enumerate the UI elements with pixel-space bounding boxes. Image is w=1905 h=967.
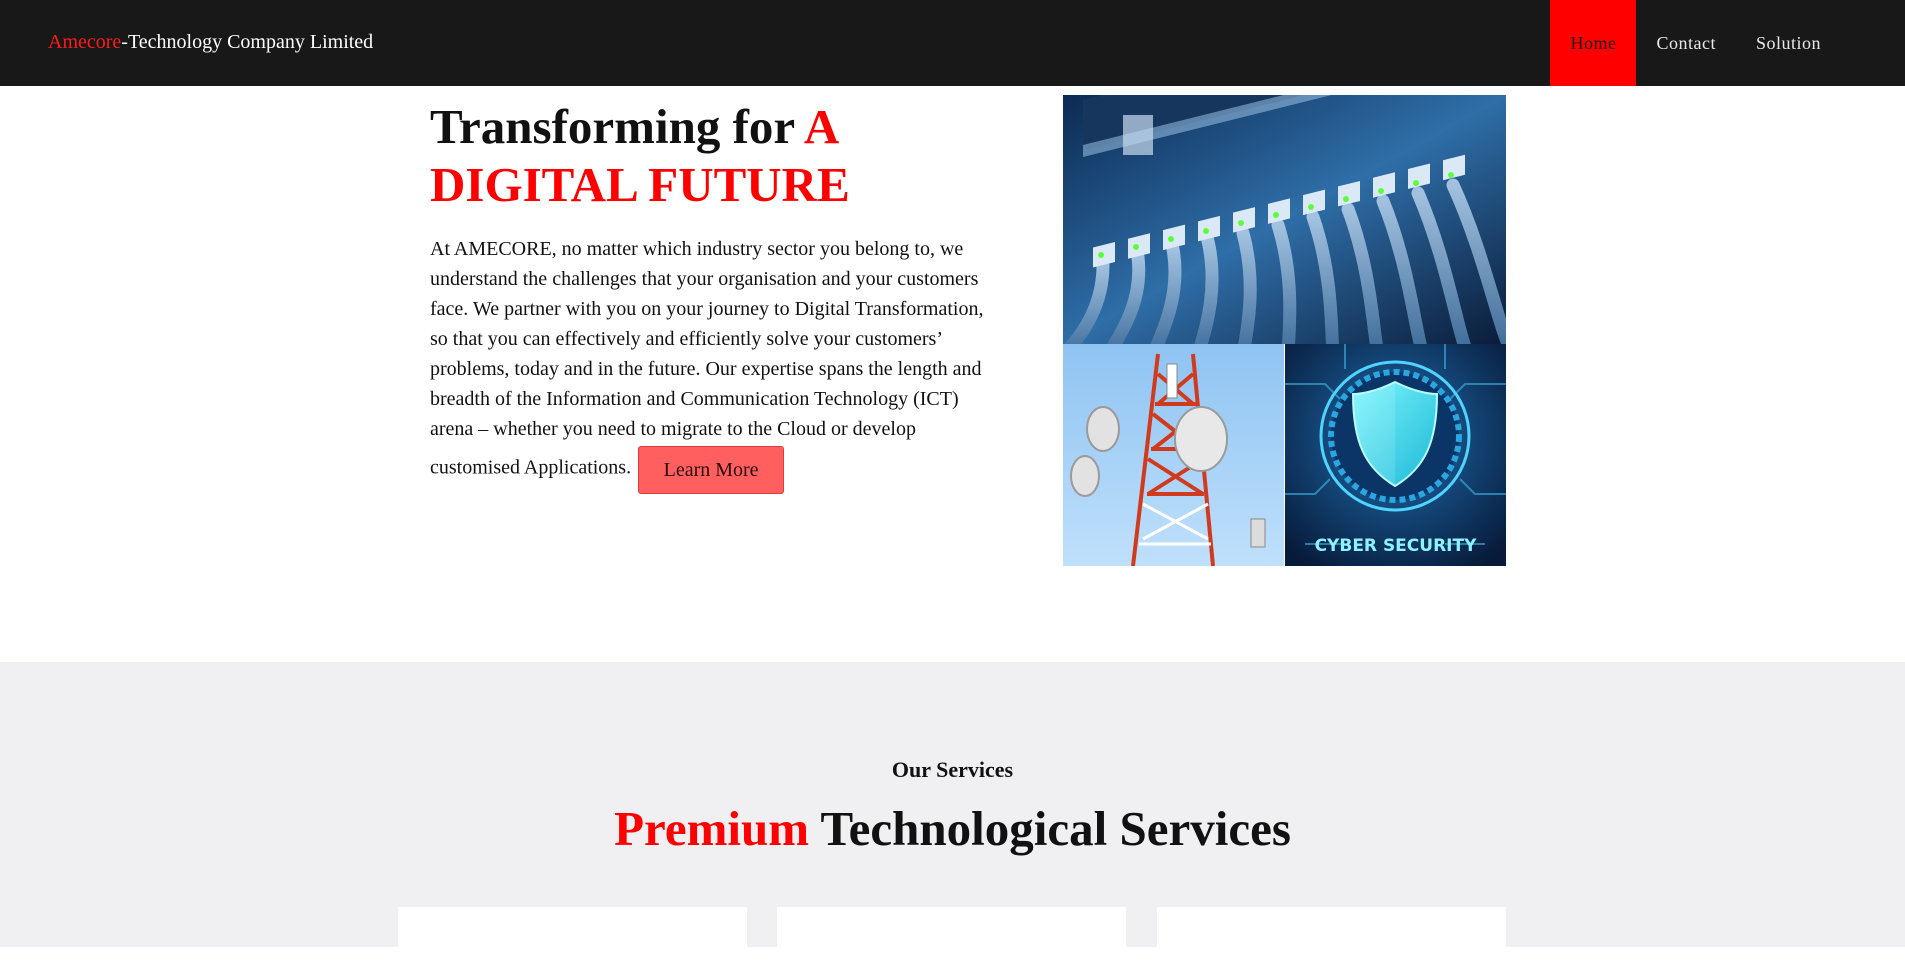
services-section: Our Services Premium Technological Servi… <box>0 662 1905 967</box>
learn-more-button[interactable]: Learn More <box>638 446 785 494</box>
service-card-1[interactable] <box>398 907 747 967</box>
brand-logo-text[interactable]: Amecore-Technology Company Limited <box>48 31 373 54</box>
top-navbar: Amecore-Technology Company Limited Home … <box>0 0 1905 86</box>
service-card-3[interactable] <box>1157 907 1506 967</box>
brand-accent: Amecore <box>48 31 122 53</box>
services-title-accent: Premium <box>614 801 810 856</box>
cyber-security-label: CYBER SECURITY <box>1314 536 1477 556</box>
cyber-security-image: CYBER SECURITY <box>1285 344 1506 566</box>
network-cables-image <box>1063 95 1506 344</box>
service-card-2[interactable] <box>777 907 1126 967</box>
hero-section: Transforming for A DIGITAL FUTURE At AME… <box>0 86 1905 662</box>
nav-item-contact[interactable]: Contact <box>1636 0 1736 86</box>
hero-description: At AMECORE, no matter which industry sec… <box>430 238 984 479</box>
services-kicker: Our Services <box>891 757 1014 782</box>
hero-description-block: At AMECORE, no matter which industry sec… <box>430 234 1000 494</box>
hero-image-collage: CYBER SECURITY <box>1063 95 1506 566</box>
nav-item-home[interactable]: Home <box>1550 0 1637 86</box>
hero-title: Transforming for A DIGITAL FUTURE <box>430 98 990 214</box>
services-title-rest: Technological Services <box>809 801 1291 856</box>
nav-links: Home Contact Solution <box>1550 0 1841 86</box>
brand-name: -Technology Company Limited <box>121 31 374 53</box>
services-title: Premium Technological Services <box>0 800 1905 857</box>
hero-title-lead: Transforming for <box>430 99 804 154</box>
nav-item-solution[interactable]: Solution <box>1736 0 1841 86</box>
telecom-tower-image <box>1063 344 1284 566</box>
